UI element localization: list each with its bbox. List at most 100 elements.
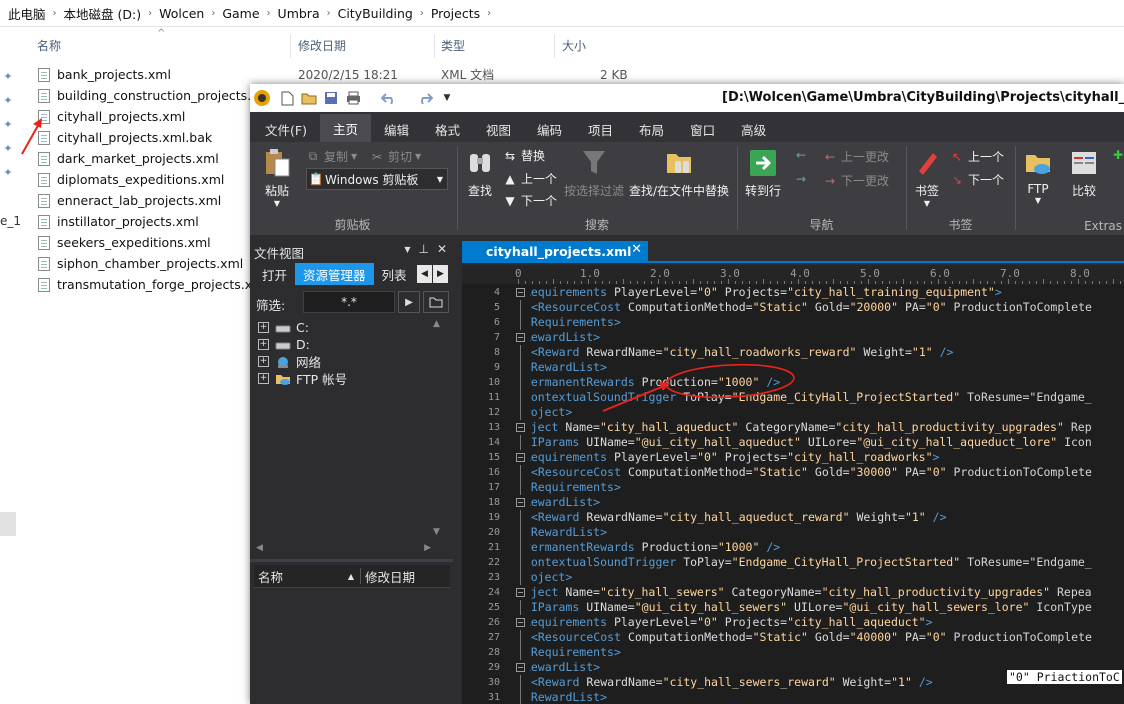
- code-line[interactable]: </Requirements>: [530, 480, 621, 495]
- file-view-tab[interactable]: 打开: [254, 263, 295, 285]
- breadcrumb-item[interactable]: Umbra: [278, 6, 320, 21]
- expand-icon[interactable]: +: [258, 356, 269, 367]
- fold-toggle-icon[interactable]: [516, 453, 525, 462]
- fold-toggle-icon[interactable]: [516, 588, 525, 597]
- chevron-right-icon[interactable]: ›: [420, 8, 424, 19]
- fold-toggle-icon[interactable]: [516, 618, 525, 627]
- column-header-name[interactable]: 名称: [37, 32, 61, 58]
- chevron-right-icon[interactable]: ›: [487, 8, 491, 19]
- copy-button[interactable]: ⧉ 复制 ▼: [306, 148, 357, 165]
- open-folder-icon[interactable]: [423, 291, 449, 313]
- tree-horizontal-scrollbar[interactable]: ◀ ▶: [256, 543, 431, 555]
- customize-qat-icon[interactable]: ▼: [438, 89, 456, 107]
- find-prev-button[interactable]: ▲ 上一个: [503, 170, 557, 187]
- find-button[interactable]: 查找: [465, 148, 495, 199]
- file-row[interactable]: cityhall_projects.xml.bak: [38, 127, 274, 148]
- save-icon[interactable]: [322, 89, 340, 107]
- menu-tab[interactable]: 项目: [575, 116, 626, 142]
- list-column-modified[interactable]: 修改日期: [361, 565, 415, 587]
- menu-tab[interactable]: 视图: [473, 116, 524, 142]
- fold-toggle-icon[interactable]: [516, 288, 525, 297]
- prev-change-button[interactable]: ← 上一更改: [823, 148, 889, 165]
- breadcrumb-item[interactable]: 此电脑: [8, 4, 46, 23]
- bookmark-next-button[interactable]: ↘ 下一个: [950, 171, 1004, 188]
- code-line[interactable]: <ResourceCost ComputationMethod="Static"…: [531, 465, 1092, 480]
- menu-tab[interactable]: 主页: [319, 114, 371, 142]
- file-row[interactable]: dark_market_projects.xml: [38, 148, 274, 169]
- code-line[interactable]: <Reward RewardName="city_hall_aqueduct_r…: [531, 510, 947, 525]
- pin-icon[interactable]: ⊥: [418, 242, 428, 256]
- code-line[interactable]: <ContextualSoundTrigger ToPlay="Endgame_…: [530, 390, 1092, 405]
- code-line[interactable]: <PermanentRewards Production="1000" />: [530, 540, 780, 555]
- app-icon[interactable]: [254, 90, 270, 106]
- print-icon[interactable]: [344, 89, 362, 107]
- chevron-left-icon[interactable]: ◀: [417, 265, 432, 283]
- filter-by-selection-button[interactable]: 按选择过滤: [564, 148, 624, 199]
- chevron-right-icon[interactable]: ›: [211, 8, 215, 19]
- breadcrumb-item[interactable]: CityBuilding: [338, 6, 413, 21]
- chevron-right-icon[interactable]: ›: [53, 8, 57, 19]
- tree-vertical-scrollbar[interactable]: ▲ ▼: [432, 319, 442, 537]
- code-line[interactable]: <RewardList>: [530, 495, 600, 510]
- breadcrumb-item[interactable]: Projects: [431, 6, 480, 21]
- file-row[interactable]: instillator_projects.xml: [38, 211, 274, 232]
- code-line[interactable]: </Project>: [530, 405, 572, 420]
- paste-button[interactable]: 粘贴 ▼: [262, 148, 292, 208]
- goto-line-button[interactable]: 转到行: [745, 148, 781, 199]
- code-line[interactable]: <ResourceCost ComputationMethod="Static"…: [531, 300, 1092, 315]
- menu-tab[interactable]: 布局: [626, 116, 677, 142]
- column-header-size[interactable]: 大小: [562, 32, 586, 58]
- nav-forward-icon[interactable]: →: [794, 172, 812, 186]
- replace-button[interactable]: ⇆ 替换: [503, 147, 545, 164]
- fold-toggle-icon[interactable]: [516, 663, 525, 672]
- code-line[interactable]: <UIParams UIName="@ui_city_hall_aqueduct…: [530, 435, 1092, 450]
- code-line[interactable]: <Requirements PlayerLevel="0" Projects="…: [530, 615, 933, 630]
- nav-back-icon[interactable]: ←: [794, 148, 812, 162]
- code-line[interactable]: <ContextualSoundTrigger ToPlay="Endgame_…: [530, 555, 1092, 570]
- code-line[interactable]: <PermanentRewards Production="1000" />: [530, 375, 780, 390]
- file-view-tab[interactable]: 资源管理器: [295, 263, 374, 285]
- new-file-icon[interactable]: [278, 89, 296, 107]
- code-line[interactable]: </RewardList>: [530, 525, 607, 540]
- code-line[interactable]: <Project Name="city_hall_sewers" Categor…: [530, 585, 1092, 600]
- chevron-right-icon[interactable]: ›: [267, 8, 271, 19]
- code-line[interactable]: </Requirements>: [530, 645, 621, 660]
- redo-icon[interactable]: [416, 89, 434, 107]
- code-line[interactable]: <Reward RewardName="city_hall_sewers_rew…: [531, 675, 933, 690]
- tree-item[interactable]: + D:: [258, 336, 347, 353]
- close-icon[interactable]: ✕: [437, 242, 447, 256]
- fold-toggle-icon[interactable]: [516, 498, 525, 507]
- code-editor[interactable]: <Requirements PlayerLevel="0" Projects="…: [530, 284, 1124, 704]
- file-row[interactable]: enneract_lab_projects.xml: [38, 190, 274, 211]
- column-header-modified[interactable]: 修改日期: [298, 32, 346, 58]
- code-line[interactable]: <Project Name="city_hall_aqueduct" Categ…: [530, 420, 1092, 435]
- breadcrumb-item[interactable]: 本地磁盘 (D:): [64, 4, 142, 23]
- fold-toggle-icon[interactable]: [516, 423, 525, 432]
- tree-item[interactable]: + 网络: [258, 353, 347, 370]
- column-header-type[interactable]: 类型: [441, 32, 465, 58]
- code-line[interactable]: <UIParams UIName="@ui_city_hall_sewers" …: [530, 600, 1092, 615]
- tree-item[interactable]: + FTP 帐号: [258, 370, 347, 387]
- file-row[interactable]: seekers_expeditions.xml: [38, 232, 274, 253]
- find-in-files-button[interactable]: 查找/在文件中替换: [629, 148, 729, 199]
- expand-icon[interactable]: +: [258, 373, 269, 384]
- code-line[interactable]: <RewardList>: [530, 660, 600, 675]
- menu-tab[interactable]: 编码: [524, 116, 575, 142]
- document-tab[interactable]: cityhall_projects.xml ✕: [462, 241, 648, 261]
- compare-button[interactable]: 比较: [1069, 148, 1099, 199]
- ftp-button[interactable]: FTP ▼: [1023, 148, 1053, 205]
- chevron-right-icon[interactable]: ▶: [433, 265, 448, 283]
- file-view-tab[interactable]: 列表: [374, 263, 415, 285]
- pane-splitter[interactable]: [250, 559, 453, 562]
- code-line[interactable]: <ResourceCost ComputationMethod="Static"…: [531, 630, 1092, 645]
- menu-tab[interactable]: 文件(F): [252, 116, 320, 142]
- bookmark-button[interactable]: 书签 ▼: [912, 148, 942, 208]
- menu-tab[interactable]: 编辑: [371, 116, 422, 142]
- find-next-button[interactable]: ▼ 下一个: [503, 192, 557, 209]
- pane-menu-icon[interactable]: ▼: [404, 245, 410, 256]
- extras-tool-icon[interactable]: ✚: [1111, 148, 1124, 162]
- filter-input[interactable]: *.*: [303, 291, 395, 313]
- code-line[interactable]: </RewardList>: [530, 690, 607, 704]
- close-icon[interactable]: ✕: [631, 242, 642, 257]
- code-line[interactable]: <Requirements PlayerLevel="0" Projects="…: [530, 450, 939, 465]
